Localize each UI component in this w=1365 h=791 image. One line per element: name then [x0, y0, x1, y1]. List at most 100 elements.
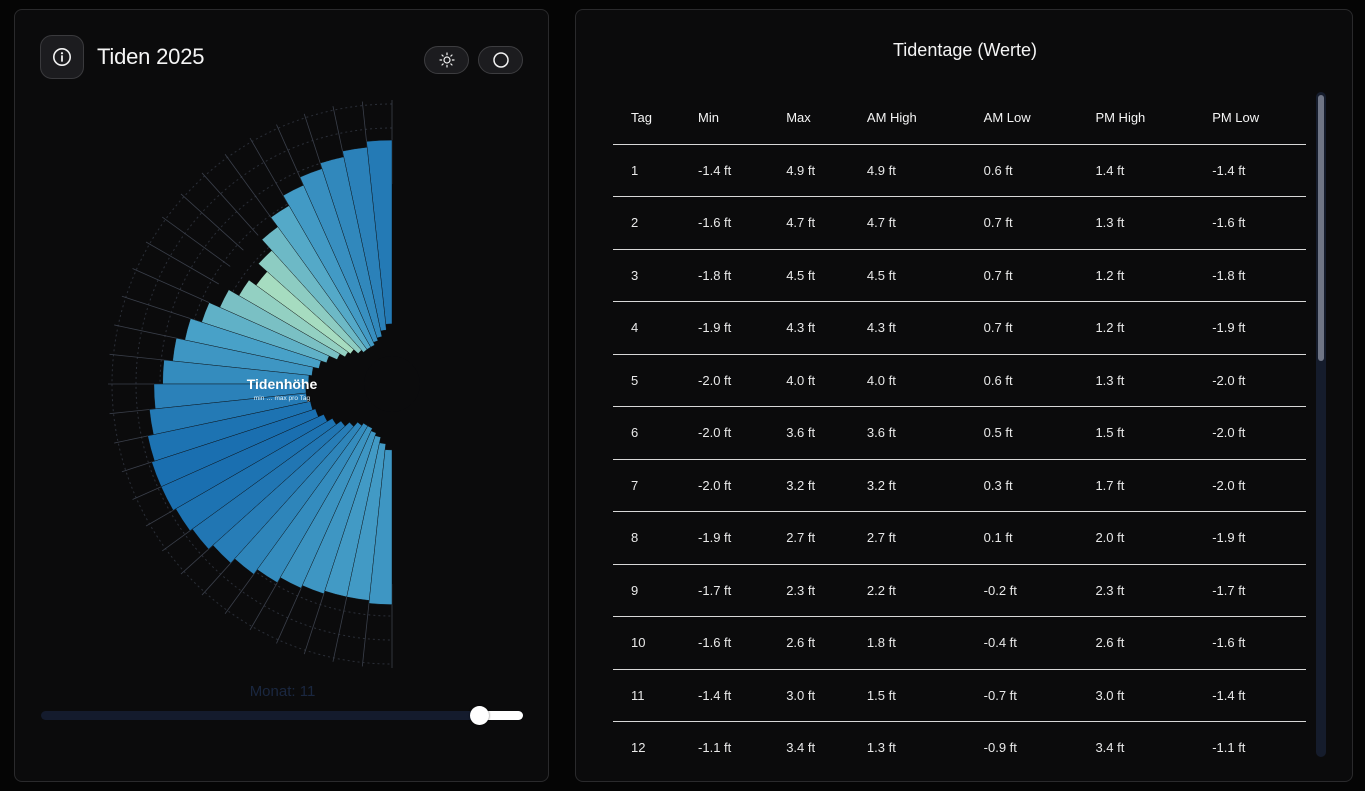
table-cell: -1.6 ft	[1194, 196, 1306, 250]
table-cell: 3.2 ft	[848, 459, 966, 512]
table-cell: -1.1 ft	[1194, 721, 1306, 757]
table-cell: 1.4 ft	[1077, 144, 1195, 197]
table-cell: 3.4 ft	[1077, 721, 1195, 757]
table-cell: 1.2 ft	[1077, 301, 1195, 355]
table-cell: 0.7 ft	[965, 196, 1078, 250]
table-cell: 0.5 ft	[965, 406, 1078, 460]
table-cell: 2	[613, 196, 681, 250]
table-cell: 3.6 ft	[768, 406, 849, 460]
column-header: AM Low	[965, 92, 1078, 145]
table-cell: 0.6 ft	[965, 354, 1078, 407]
table-cell: 1.8 ft	[848, 616, 966, 670]
table-cell: 4.3 ft	[848, 301, 966, 355]
table-cell: -1.6 ft	[680, 616, 769, 670]
table-cell: 11	[613, 669, 681, 722]
month-slider-thumb[interactable]	[469, 706, 489, 725]
table-cell: 2.3 ft	[768, 564, 849, 617]
grid-spoke	[162, 216, 231, 267]
table-cell: 1.3 ft	[1077, 196, 1195, 250]
grid-spoke	[201, 172, 259, 236]
column-header: Max	[768, 92, 849, 145]
table-cell: 4	[613, 301, 681, 355]
table-cell: -0.9 ft	[965, 721, 1078, 757]
table-cell: 1.3 ft	[848, 721, 966, 757]
table-cell: -1.9 ft	[680, 301, 769, 355]
chart-panel: Tiden 2025 Tidenhöhe min … max pro Tag Mo…	[14, 9, 549, 782]
table-cell: -0.4 ft	[965, 616, 1078, 670]
table-cell: -1.4 ft	[680, 669, 769, 722]
table-cell: 3.0 ft	[1077, 669, 1195, 722]
table-cell: 1.7 ft	[1077, 459, 1195, 512]
tide-table: Tag Min Max AM High AM Low PM High PM Low 1 -1.…	[613, 92, 1306, 757]
table-cell: 3.4 ft	[768, 721, 849, 757]
table-cell: 0.1 ft	[965, 511, 1078, 565]
table-cell: -0.7 ft	[965, 669, 1078, 722]
table-row: 3 -1.8 ft 4.5 ft 4.5 ft 0.7 ft 1.2 ft -1.8 ft	[613, 249, 1306, 302]
table-cell: 2.3 ft	[1077, 564, 1195, 617]
table-cell: -2.0 ft	[680, 354, 769, 407]
table-row: 8 -1.9 ft 2.7 ft 2.7 ft 0.1 ft 2.0 ft -1.9 ft	[613, 511, 1306, 565]
table-cell: -1.6 ft	[680, 196, 769, 250]
table-cell: -1.4 ft	[1194, 144, 1306, 197]
table-row: 12 -1.1 ft 3.4 ft 1.3 ft -0.9 ft 3.4 ft -1.1 f…	[613, 721, 1306, 757]
table-cell: -2.0 ft	[680, 459, 769, 512]
table-cell: 3.0 ft	[768, 669, 849, 722]
table-cell: 3.2 ft	[768, 459, 849, 512]
table-scroll-area[interactable]: Tag Min Max AM High AM Low PM High PM Low 1 -1.…	[613, 92, 1306, 757]
table-cell: 4.5 ft	[848, 249, 966, 302]
table-cell: 2.6 ft	[1077, 616, 1195, 670]
column-header: PM Low	[1194, 92, 1306, 145]
table-cell: 4.7 ft	[768, 196, 849, 250]
month-slider[interactable]	[41, 706, 523, 725]
grid-spoke	[121, 295, 202, 323]
month-label: Monat: 11	[249, 683, 316, 700]
table-cell: 0.6 ft	[965, 144, 1078, 197]
table-cell: 6	[613, 406, 681, 460]
table-cell: 2.7 ft	[768, 511, 849, 565]
table-cell: -1.4 ft	[680, 144, 769, 197]
table-row: 2 -1.6 ft 4.7 ft 4.7 ft 0.7 ft 1.3 ft -1.6 ft	[613, 196, 1306, 250]
table-cell: 0.7 ft	[965, 249, 1078, 302]
table-row: 9 -1.7 ft 2.3 ft 2.2 ft -0.2 ft 2.3 ft -1.7 ft	[613, 564, 1306, 617]
table-cell: -1.8 ft	[1194, 249, 1306, 302]
table-row: 5 -2.0 ft 4.0 ft 4.0 ft 0.6 ft 1.3 ft -2.0 ft	[613, 354, 1306, 407]
table-cell: 3.6 ft	[848, 406, 966, 460]
chart-center	[364, 356, 420, 412]
table-cell: 1.5 ft	[848, 669, 966, 722]
table-cell: -1.9 ft	[1194, 301, 1306, 355]
table-cell: 2.6 ft	[768, 616, 849, 670]
table-cell: 4.7 ft	[848, 196, 966, 250]
table-row: 4 -1.9 ft 4.3 ft 4.3 ft 0.7 ft 1.2 ft -1.9 ft	[613, 301, 1306, 355]
table-cell: 0.3 ft	[965, 459, 1078, 512]
table-row: 10 -1.6 ft 2.6 ft 1.8 ft -0.4 ft 2.6 ft -1.6 f…	[613, 616, 1306, 670]
table-cell: -1.9 ft	[1194, 511, 1306, 565]
table-cell: 0.7 ft	[965, 301, 1078, 355]
table-cell: 2.7 ft	[848, 511, 966, 565]
table-scrollbar[interactable]	[1316, 92, 1326, 757]
table-cell: -1.7 ft	[1194, 564, 1306, 617]
table-cell: 5	[613, 354, 681, 407]
grid-spoke	[132, 268, 210, 304]
table-cell: -1.8 ft	[680, 249, 769, 302]
table-cell: -1.9 ft	[680, 511, 769, 565]
table-cell: -1.6 ft	[1194, 616, 1306, 670]
grid-spoke	[180, 193, 244, 251]
table-cell: -2.0 ft	[680, 406, 769, 460]
grid-spoke	[145, 241, 219, 285]
table-cell: 9	[613, 564, 681, 617]
table-cell: 1.3 ft	[1077, 354, 1195, 407]
table-row: 1 -1.4 ft 4.9 ft 4.9 ft 0.6 ft 1.4 ft -1.4 ft	[613, 144, 1306, 197]
table-cell: -0.2 ft	[965, 564, 1078, 617]
table-cell: 3	[613, 249, 681, 302]
table-panel: Tidentage (Werte) Tag Min Max AM High AM Low…	[575, 9, 1353, 782]
table-cell: 4.0 ft	[768, 354, 849, 407]
table-cell: 4.3 ft	[768, 301, 849, 355]
table-cell: 10	[613, 616, 681, 670]
table-cell: 2.0 ft	[1077, 511, 1195, 565]
table-cell: 12	[613, 721, 681, 757]
table-header-row: Tag Min Max AM High AM Low PM High PM Low	[613, 92, 1306, 145]
table-title: Tidentage (Werte)	[892, 40, 1038, 60]
table-cell: 4.5 ft	[768, 249, 849, 302]
table-row: 6 -2.0 ft 3.6 ft 3.6 ft 0.5 ft 1.5 ft -2.0 ft	[613, 406, 1306, 460]
table-scrollbar-thumb[interactable]	[1318, 95, 1324, 361]
